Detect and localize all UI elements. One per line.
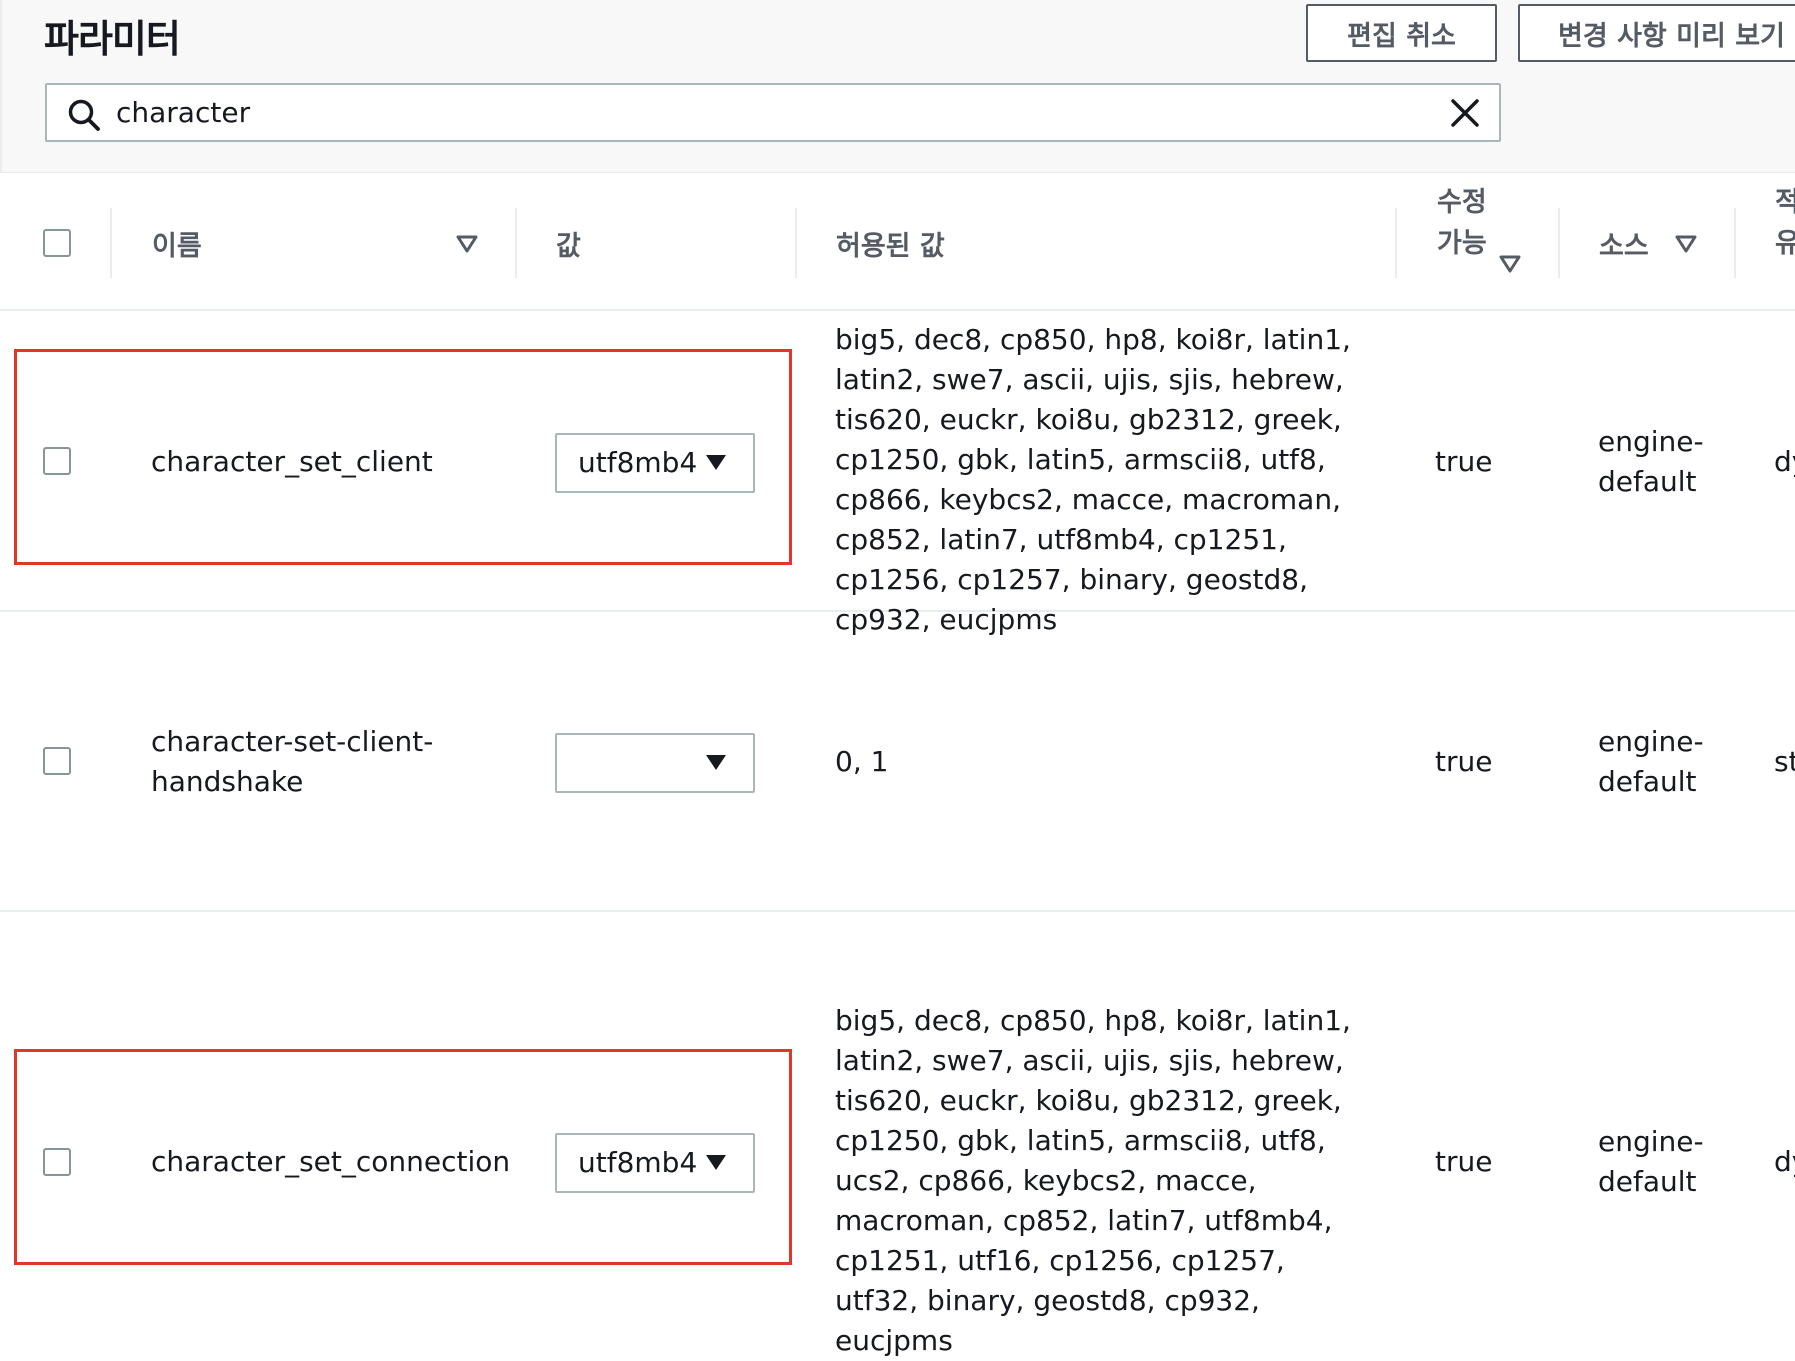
select-value: utf8mb4 xyxy=(578,1146,698,1179)
search-value[interactable]: character xyxy=(116,85,250,140)
column-header-value: 값 xyxy=(556,231,581,262)
preview-changes-button[interactable]: 변경 사항 미리 보기 xyxy=(1518,4,1795,62)
column-header-modifiable-line2[interactable]: 가능 xyxy=(1437,221,1487,260)
caret-down-icon xyxy=(706,755,726,770)
column-divider xyxy=(1734,208,1736,278)
sort-descending-icon[interactable] xyxy=(1675,235,1697,253)
cancel-edit-button[interactable]: 편집 취소 xyxy=(1306,4,1497,62)
caret-down-icon xyxy=(706,455,726,470)
close-icon[interactable] xyxy=(1449,97,1481,129)
column-header-modifiable-line1[interactable]: 수정 xyxy=(1437,180,1487,219)
source-value: engine-default xyxy=(1598,725,1704,798)
column-header-apply-type-line2[interactable]: 유 xyxy=(1775,221,1795,260)
apply-type-value: dy xyxy=(1774,445,1795,478)
table-row: character_set_connection utf8mb4 big5, d… xyxy=(0,912,1795,1357)
table-row: character-set-client-handshake 0, 1 true… xyxy=(0,612,1795,912)
select-all-checkbox[interactable] xyxy=(43,229,71,257)
column-divider xyxy=(1395,208,1397,278)
value-select[interactable]: utf8mb4 xyxy=(555,1133,755,1193)
page-header: 파라미터 편집 취소 변경 사항 미리 보기 character xyxy=(0,0,1795,173)
row-checkbox[interactable] xyxy=(43,1148,71,1176)
column-header-source[interactable]: 소스 xyxy=(1599,224,1649,263)
sort-descending-icon[interactable] xyxy=(456,235,478,253)
column-divider xyxy=(515,208,517,278)
modifiable-value: true xyxy=(1435,1145,1493,1178)
allowed-values: big5, dec8, cp850, hp8, koi8r, latin1, l… xyxy=(835,1004,1351,1357)
source-value: engine-default xyxy=(1598,425,1704,498)
parameter-name: character_set_client xyxy=(151,445,433,478)
table-row: character_set_client utf8mb4 big5, dec8,… xyxy=(0,311,1795,636)
value-select[interactable] xyxy=(555,733,755,793)
parameter-name: character-set-client-handshake xyxy=(151,725,434,798)
modifiable-value: true xyxy=(1435,445,1493,478)
column-header-name[interactable]: 이름 xyxy=(152,224,202,263)
page-title: 파라미터 xyxy=(44,17,181,61)
allowed-values: big5, dec8, cp850, hp8, koi8r, latin1, l… xyxy=(835,323,1351,636)
caret-down-icon xyxy=(706,1155,726,1170)
row-checkbox[interactable] xyxy=(43,747,71,775)
column-divider xyxy=(110,208,112,278)
column-divider xyxy=(795,208,797,278)
allowed-values: 0, 1 xyxy=(835,745,889,778)
row-checkbox[interactable] xyxy=(43,447,71,475)
apply-type-value: st xyxy=(1774,745,1795,778)
column-header-allowed-values: 허용된 값 xyxy=(836,231,945,262)
parameter-name: character_set_connection xyxy=(151,1145,511,1178)
sort-descending-icon[interactable] xyxy=(1499,255,1521,273)
search-icon xyxy=(68,99,100,131)
value-select[interactable]: utf8mb4 xyxy=(555,433,755,493)
modifiable-value: true xyxy=(1435,745,1493,778)
apply-type-value: dy xyxy=(1774,1145,1795,1178)
column-header-apply-type-line1[interactable]: 적 xyxy=(1775,180,1795,219)
search-input[interactable]: character xyxy=(45,83,1501,142)
column-divider xyxy=(1558,208,1560,278)
table-header: 이름 값 허용된 값 수정 가능 소스 적 유 xyxy=(0,174,1795,311)
select-value: utf8mb4 xyxy=(578,446,698,479)
source-value: engine-default xyxy=(1598,1125,1704,1198)
